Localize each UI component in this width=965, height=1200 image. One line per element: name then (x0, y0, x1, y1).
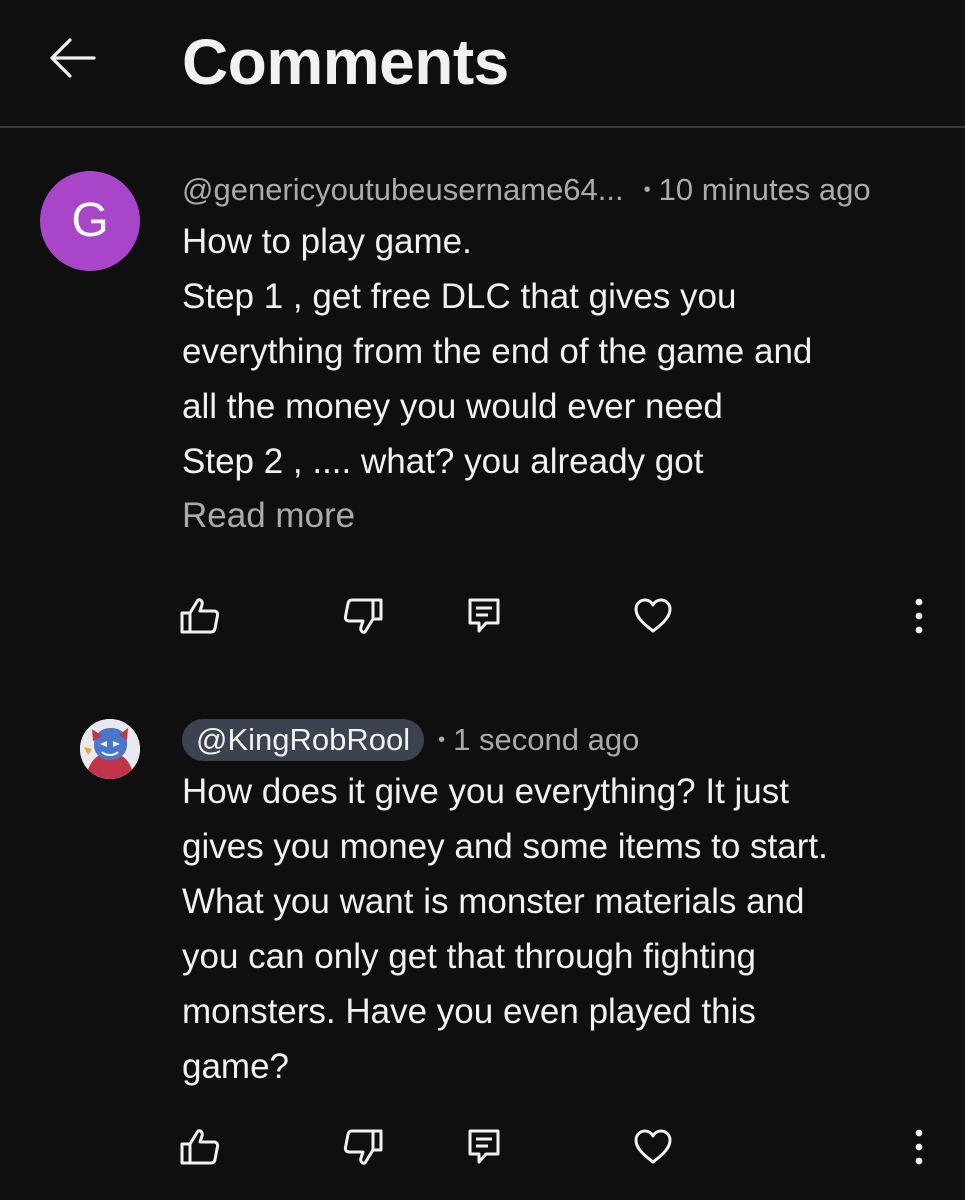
more-vertical-icon (915, 1129, 923, 1165)
comment-actions (0, 1117, 965, 1177)
more-options-button[interactable] (889, 586, 949, 646)
comment-actions (0, 586, 965, 646)
comment-timestamp: 10 minutes ago (658, 172, 871, 207)
reply-button[interactable] (454, 586, 514, 646)
arrow-left-icon (50, 38, 96, 78)
comment-meta: @KingRobRool • 1 second ago (182, 718, 639, 762)
heart-icon (634, 598, 672, 633)
thumbs-up-icon (180, 1129, 220, 1165)
separator-dot: • (643, 178, 651, 201)
thumbs-down-icon (343, 598, 383, 634)
like-button[interactable] (170, 586, 230, 646)
thumbs-down-icon (343, 1129, 383, 1165)
reply-button[interactable] (454, 1117, 514, 1177)
like-button[interactable] (170, 1117, 230, 1177)
more-vertical-icon (915, 598, 923, 634)
comment-text: How to play game. Step 1 , get free DLC … (182, 222, 813, 481)
separator-dot: • (438, 728, 446, 751)
page-title: Comments (182, 26, 509, 98)
avatar[interactable] (80, 719, 140, 779)
read-more-button[interactable]: Read more (182, 488, 355, 543)
back-button[interactable] (44, 30, 100, 86)
heart-button[interactable] (623, 586, 683, 646)
more-options-button[interactable] (889, 1117, 949, 1177)
reply-icon (468, 1129, 500, 1164)
heart-button[interactable] (623, 1117, 683, 1177)
thumbs-up-icon (180, 598, 220, 634)
dislike-button[interactable] (333, 586, 393, 646)
dislike-button[interactable] (333, 1117, 393, 1177)
comment-meta: @genericyoutubeusername64... • 10 minute… (182, 168, 871, 212)
comment-text: How does it give you everything? It just… (182, 772, 828, 1086)
avatar[interactable]: G (40, 171, 140, 271)
top-bar: Comments (0, 0, 965, 128)
comment-username[interactable]: @genericyoutubeusername64... (182, 172, 624, 208)
reply-icon (468, 598, 500, 633)
comment-username-highlighted[interactable]: @KingRobRool (182, 719, 425, 761)
avatar-image (80, 719, 140, 779)
comment-timestamp: 1 second ago (453, 722, 640, 757)
heart-icon (634, 1129, 672, 1164)
